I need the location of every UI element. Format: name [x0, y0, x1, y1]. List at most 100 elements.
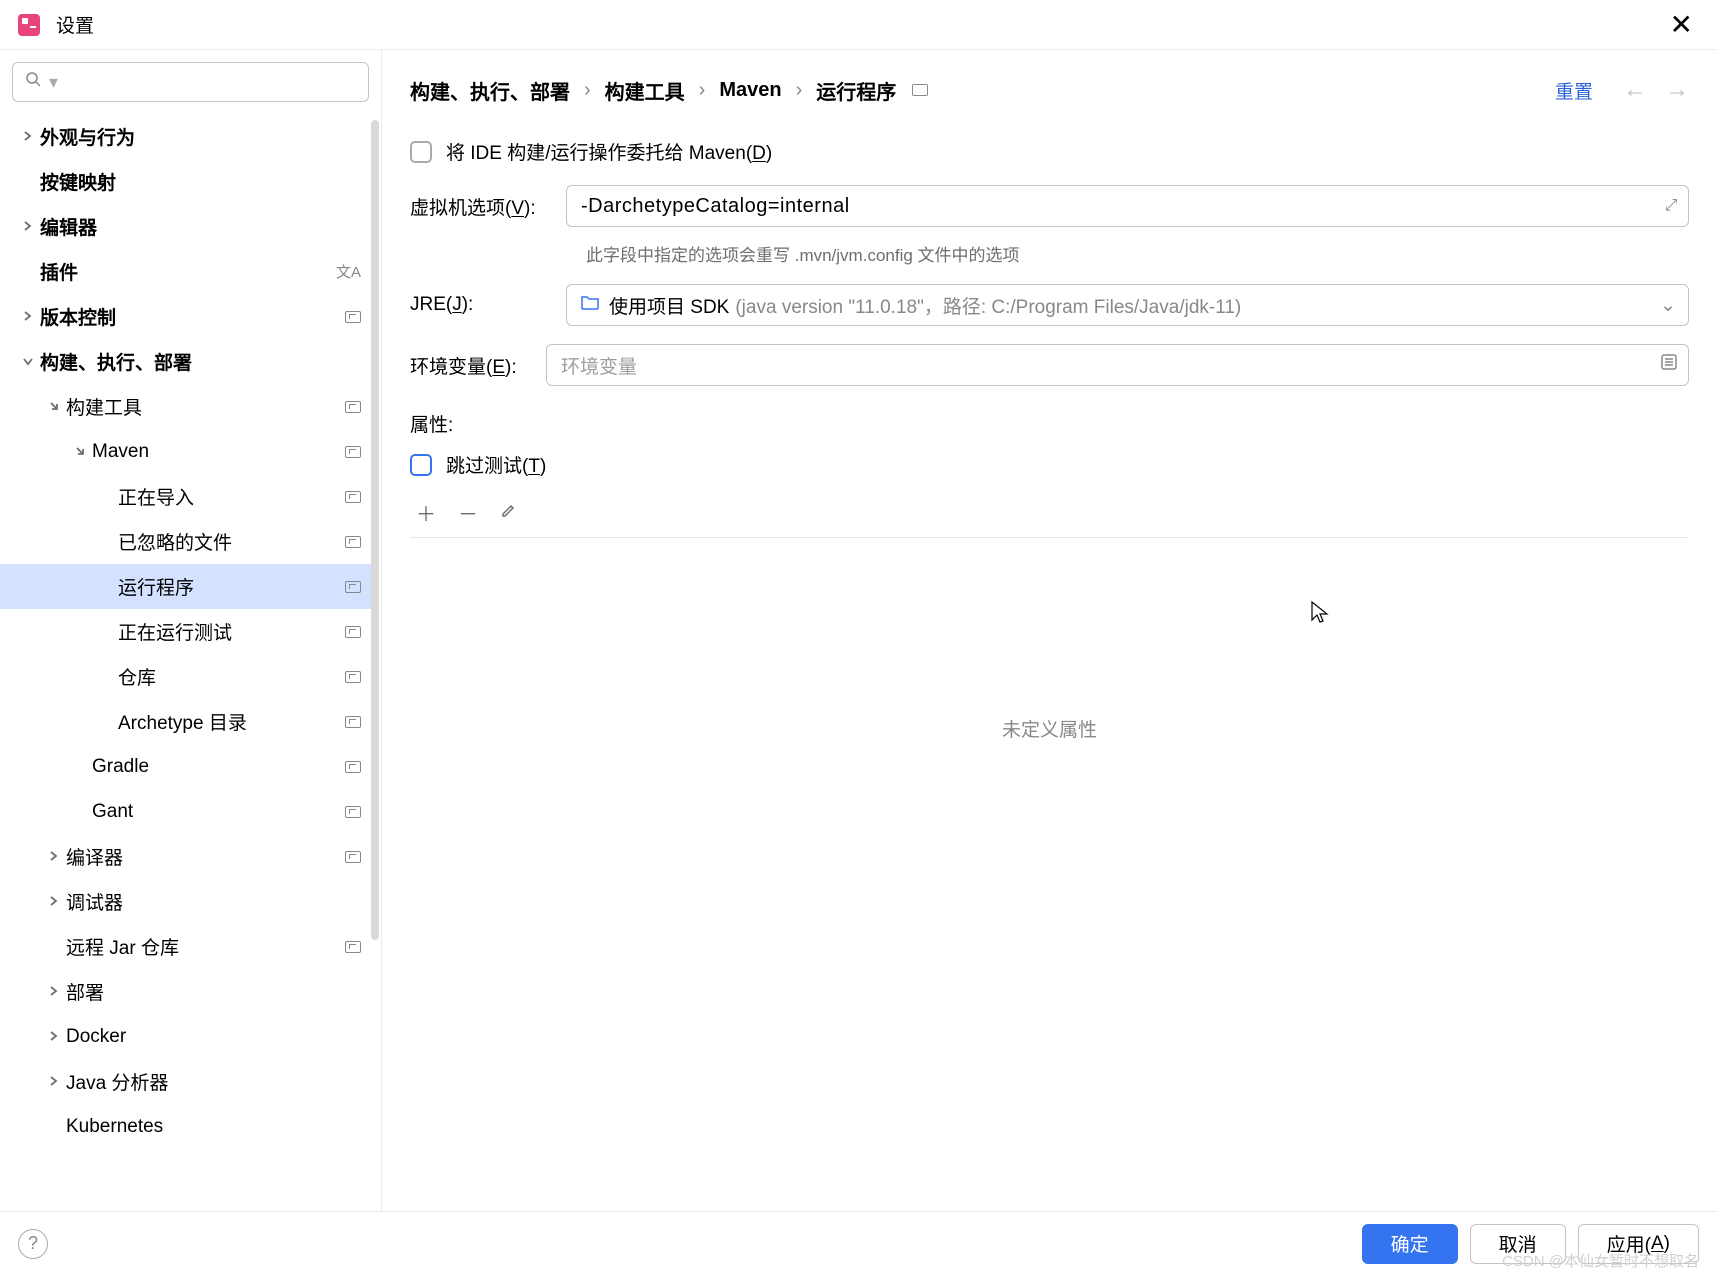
expand-icon[interactable]: ⤢ [1665, 197, 1678, 215]
scheme-icon [345, 311, 361, 323]
expand-icon[interactable] [42, 1071, 66, 1092]
tree-item[interactable]: Docker [0, 1014, 375, 1059]
reset-link[interactable]: 重置 [1555, 77, 1593, 104]
tree-item[interactable]: 构建工具 [0, 384, 375, 429]
tree-item-label: 正在导入 [118, 483, 345, 510]
expand-icon[interactable] [42, 1026, 66, 1047]
tree-item[interactable]: Gradle [0, 744, 375, 789]
crumb-1[interactable]: 构建、执行、部署 [410, 76, 570, 105]
tree-item[interactable]: 编译器 [0, 834, 375, 879]
tree-item[interactable]: 调试器 [0, 879, 375, 924]
tree-item-label: Archetype 目录 [118, 708, 345, 735]
tree-item-label: 部署 [66, 978, 361, 1005]
expand-icon[interactable] [16, 216, 40, 237]
chevron-right-icon: › [699, 79, 706, 102]
scheme-icon [345, 626, 361, 638]
skip-tests-checkbox[interactable] [410, 454, 432, 476]
tree-item-label: 构建、执行、部署 [40, 348, 361, 375]
list-icon[interactable] [1660, 353, 1678, 377]
jre-dropdown[interactable]: 使用项目 SDK (java version "11.0.18"，路径: C:/… [566, 284, 1689, 326]
tree-item[interactable]: Maven [0, 429, 375, 474]
jre-extra: (java version "11.0.18"，路径: C:/Program F… [735, 292, 1241, 319]
nav-back-button[interactable]: ← [1623, 76, 1647, 104]
tree-item-label: 调试器 [66, 888, 361, 915]
titlebar: 设置 ✕ [0, 0, 1717, 50]
expand-icon[interactable] [42, 396, 66, 417]
help-button[interactable]: ? [18, 1229, 48, 1259]
scheme-icon [912, 84, 928, 96]
tree-item-label: 外观与行为 [40, 123, 361, 150]
jre-value: 使用项目 SDK [609, 292, 729, 319]
tree-item[interactable]: 运行程序 [0, 564, 375, 609]
tree-item-label: Docker [66, 1026, 361, 1048]
tree-item[interactable]: Gant [0, 789, 375, 834]
tree-item[interactable]: Kubernetes [0, 1104, 375, 1149]
jre-row: JRE(J): 使用项目 SDK (java version "11.0.18"… [410, 284, 1689, 326]
delegate-label[interactable]: 将 IDE 构建/运行操作委托给 Maven(D) [446, 138, 772, 165]
tree-item-label: 插件 [40, 258, 336, 285]
expand-icon[interactable] [42, 981, 66, 1002]
edit-button[interactable] [500, 501, 518, 525]
tree-item[interactable]: 正在导入 [0, 474, 375, 519]
scheme-icon [345, 761, 361, 773]
nav-forward-button[interactable]: → [1665, 76, 1689, 104]
expand-icon[interactable] [16, 306, 40, 327]
expand-icon[interactable] [16, 351, 40, 372]
tree-item[interactable]: 仓库 [0, 654, 375, 699]
env-row: 环境变量(E): 环境变量 [410, 344, 1689, 386]
scheme-icon [345, 941, 361, 953]
crumb-2[interactable]: 构建工具 [605, 76, 685, 105]
search-caret: ▾ [49, 72, 58, 93]
vm-row: 虚拟机选项(V): -DarchetypeCatalog=internal ⤢ [410, 185, 1689, 227]
settings-tree[interactable]: 外观与行为按键映射编辑器插件文A版本控制构建、执行、部署构建工具Maven 正在导… [0, 114, 381, 1211]
chevron-right-icon: › [796, 79, 803, 102]
tree-item[interactable]: 部署 [0, 969, 375, 1014]
skip-label[interactable]: 跳过测试(T) [446, 451, 546, 478]
tree-item-label: 按键映射 [40, 168, 361, 195]
props-empty-text: 未定义属性 [1002, 715, 1097, 742]
crumb-3[interactable]: Maven [719, 79, 781, 102]
tree-item[interactable]: 版本控制 [0, 294, 375, 339]
remove-button[interactable]: － [458, 498, 478, 527]
expand-icon[interactable] [42, 891, 66, 912]
scheme-icon [345, 401, 361, 413]
tree-item[interactable]: Java 分析器 [0, 1059, 375, 1104]
tree-item-label: Kubernetes [66, 1116, 361, 1138]
props-label: 属性: [410, 410, 1689, 437]
close-button[interactable]: ✕ [1662, 4, 1701, 45]
props-area: 未定义属性 [410, 538, 1689, 918]
folder-icon [581, 294, 599, 316]
tree-item[interactable]: 已忽略的文件 [0, 519, 375, 564]
expand-icon[interactable] [68, 441, 92, 462]
vm-options-field[interactable]: -DarchetypeCatalog=internal ⤢ [566, 185, 1689, 227]
scheme-icon [345, 806, 361, 818]
tree-item[interactable]: Archetype 目录 [0, 699, 375, 744]
tree-item[interactable]: 构建、执行、部署 [0, 339, 375, 384]
tree-item-label: 已忽略的文件 [118, 528, 345, 555]
expand-icon[interactable] [42, 846, 66, 867]
crumb-4: 运行程序 [816, 76, 896, 105]
tree-item-label: 仓库 [118, 663, 345, 690]
add-button[interactable]: ＋ [416, 498, 436, 527]
tree-item[interactable]: 按键映射 [0, 159, 375, 204]
expand-icon[interactable] [16, 126, 40, 147]
breadcrumb: 构建、执行、部署 › 构建工具 › Maven › 运行程序 [410, 76, 928, 105]
env-field[interactable]: 环境变量 [546, 344, 1689, 386]
tree-item[interactable]: 外观与行为 [0, 114, 375, 159]
tree-item[interactable]: 正在运行测试 [0, 609, 375, 654]
search-input[interactable]: ▾ [12, 62, 369, 102]
tree-item-label: 编辑器 [40, 213, 361, 240]
env-placeholder: 环境变量 [561, 352, 637, 379]
env-label: 环境变量(E): [410, 352, 546, 379]
ok-button[interactable]: 确定 [1362, 1224, 1458, 1264]
tree-item[interactable]: 插件文A [0, 249, 375, 294]
scheme-icon [345, 716, 361, 728]
form-area: 将 IDE 构建/运行操作委托给 Maven(D) 虚拟机选项(V): -Dar… [410, 122, 1689, 1211]
delegate-checkbox[interactable] [410, 141, 432, 163]
chevron-right-icon: › [584, 79, 591, 102]
tree-item[interactable]: 编辑器 [0, 204, 375, 249]
tree-item[interactable]: 远程 Jar 仓库 [0, 924, 375, 969]
content: 构建、执行、部署 › 构建工具 › Maven › 运行程序 重置 ← → 将 … [382, 50, 1717, 1211]
search-icon [25, 71, 43, 94]
scrollbar[interactable] [371, 120, 379, 940]
